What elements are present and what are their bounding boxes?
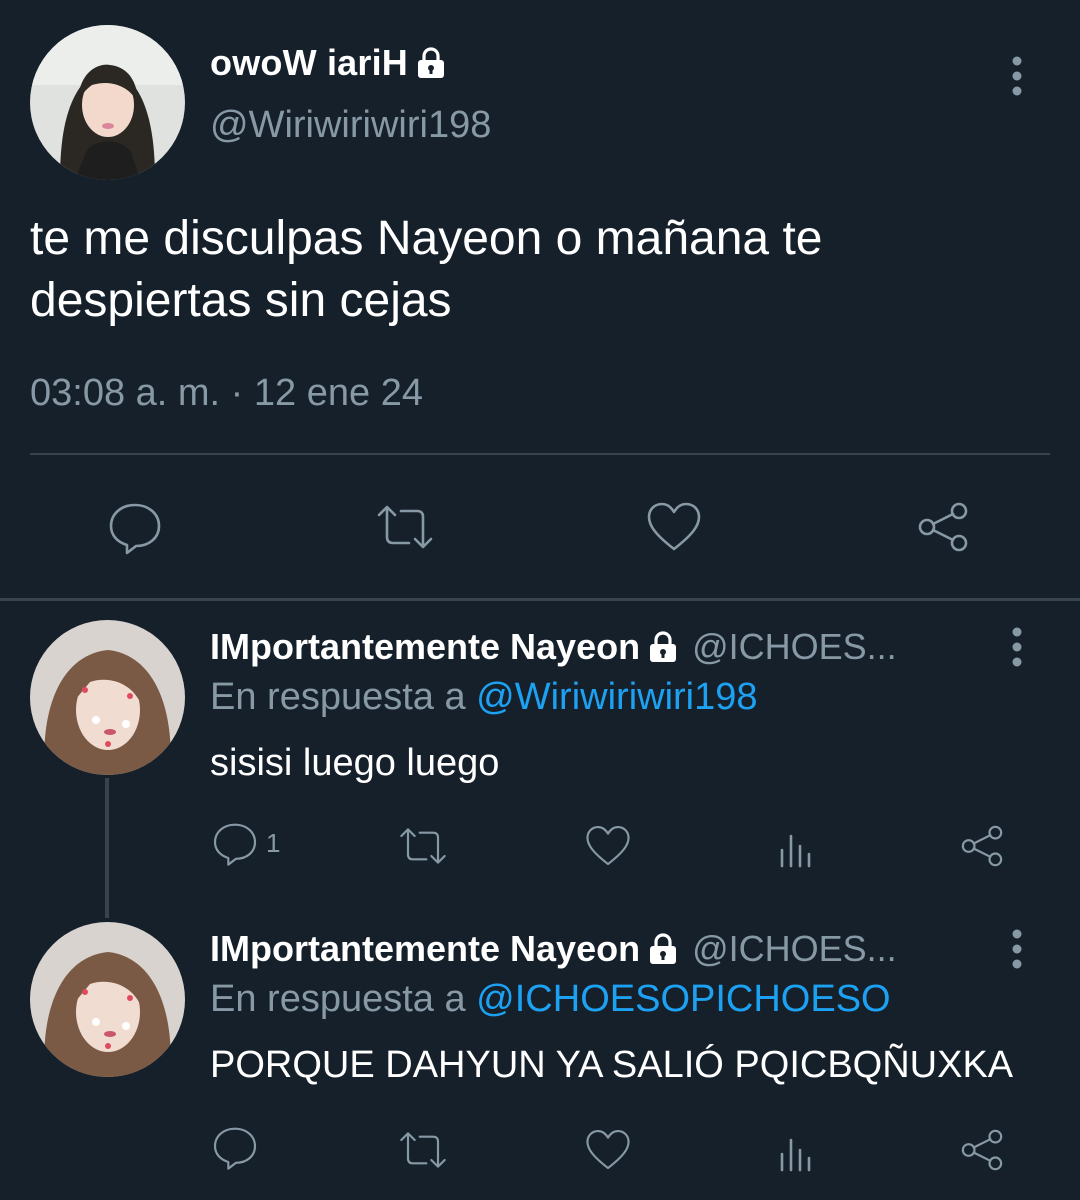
avatar[interactable] xyxy=(30,620,185,775)
analytics-icon xyxy=(780,834,811,868)
retweet-button[interactable] xyxy=(393,1120,453,1180)
reply-icon xyxy=(109,503,161,555)
reply-context: En respuesta a @ICHOESOPICHOESO xyxy=(210,978,891,1021)
reply-button[interactable] xyxy=(210,1122,266,1172)
handle[interactable]: @Wiriwiriwiri198 xyxy=(210,104,491,147)
reply-context: En respuesta a @Wiriwiriwiri198 xyxy=(210,676,758,719)
reply-icon xyxy=(213,1127,257,1170)
like-button[interactable] xyxy=(578,816,638,876)
reply-text: PORQUE DAHYUN YA SALIÓ PQICBQÑUXKA xyxy=(210,1044,1014,1086)
reply-button[interactable]: 1 xyxy=(210,818,280,868)
thread-line xyxy=(105,778,109,918)
share-button[interactable] xyxy=(952,816,1012,876)
reply-prefix: En respuesta a xyxy=(210,978,477,1020)
retweet-icon xyxy=(400,828,446,864)
share-icon xyxy=(918,502,968,552)
handle: @ICHOES... xyxy=(692,626,897,667)
like-icon xyxy=(586,826,630,866)
like-button[interactable] xyxy=(578,1120,638,1180)
retweet-button[interactable] xyxy=(369,491,441,563)
divider xyxy=(30,453,1050,455)
reply-button[interactable] xyxy=(99,491,171,563)
display-name-text: owoW iariH xyxy=(210,42,408,83)
reply-header[interactable]: IMportantemente Nayeon @ICHOES... xyxy=(210,626,897,668)
tweet-date: 12 ene 24 xyxy=(253,372,423,414)
more-icon[interactable] xyxy=(1007,927,1027,971)
retweet-button[interactable] xyxy=(393,816,453,876)
display-name: IMportantemente Nayeon xyxy=(210,626,641,667)
section-divider xyxy=(0,598,1080,601)
like-button[interactable] xyxy=(638,491,710,563)
reply-count: 1 xyxy=(266,827,281,858)
like-icon xyxy=(586,1130,630,1170)
avatar[interactable] xyxy=(30,922,185,1077)
reply-icon xyxy=(213,823,257,866)
retweet-icon xyxy=(377,505,433,549)
reply-header[interactable]: IMportantemente Nayeon @ICHOES... xyxy=(210,928,897,970)
handle: @ICHOES... xyxy=(692,928,897,969)
more-icon[interactable] xyxy=(1007,54,1027,98)
share-icon xyxy=(961,825,1003,867)
like-icon xyxy=(647,502,701,551)
display-name: IMportantemente Nayeon xyxy=(210,928,641,969)
tweet-text: te me disculpas Nayeon o mañana te despi… xyxy=(30,212,823,327)
share-button[interactable] xyxy=(907,491,979,563)
lock-icon xyxy=(416,47,446,79)
analytics-icon xyxy=(780,1138,811,1172)
reply-prefix: En respuesta a xyxy=(210,676,477,718)
lock-icon xyxy=(648,631,678,663)
tweet-timestamp[interactable]: 03:08 a. m. · 12 ene 24 xyxy=(30,372,423,415)
retweet-icon xyxy=(400,1132,446,1168)
reply-text: sisisi luego luego xyxy=(210,742,500,784)
share-button[interactable] xyxy=(952,1120,1012,1180)
reply-to-link[interactable]: @Wiriwiriwiri198 xyxy=(476,676,757,718)
more-icon[interactable] xyxy=(1007,625,1027,669)
share-icon xyxy=(961,1129,1003,1171)
display-name[interactable]: owoW iariH xyxy=(210,42,446,84)
avatar[interactable] xyxy=(30,25,185,180)
tweet-time: 03:08 a. m. xyxy=(30,372,221,414)
reply-to-link[interactable]: @ICHOESOPICHOESO xyxy=(476,978,890,1020)
lock-icon xyxy=(648,933,678,965)
analytics-button[interactable] xyxy=(766,1122,826,1182)
time-separator: · xyxy=(220,372,254,414)
analytics-button[interactable] xyxy=(766,818,826,878)
